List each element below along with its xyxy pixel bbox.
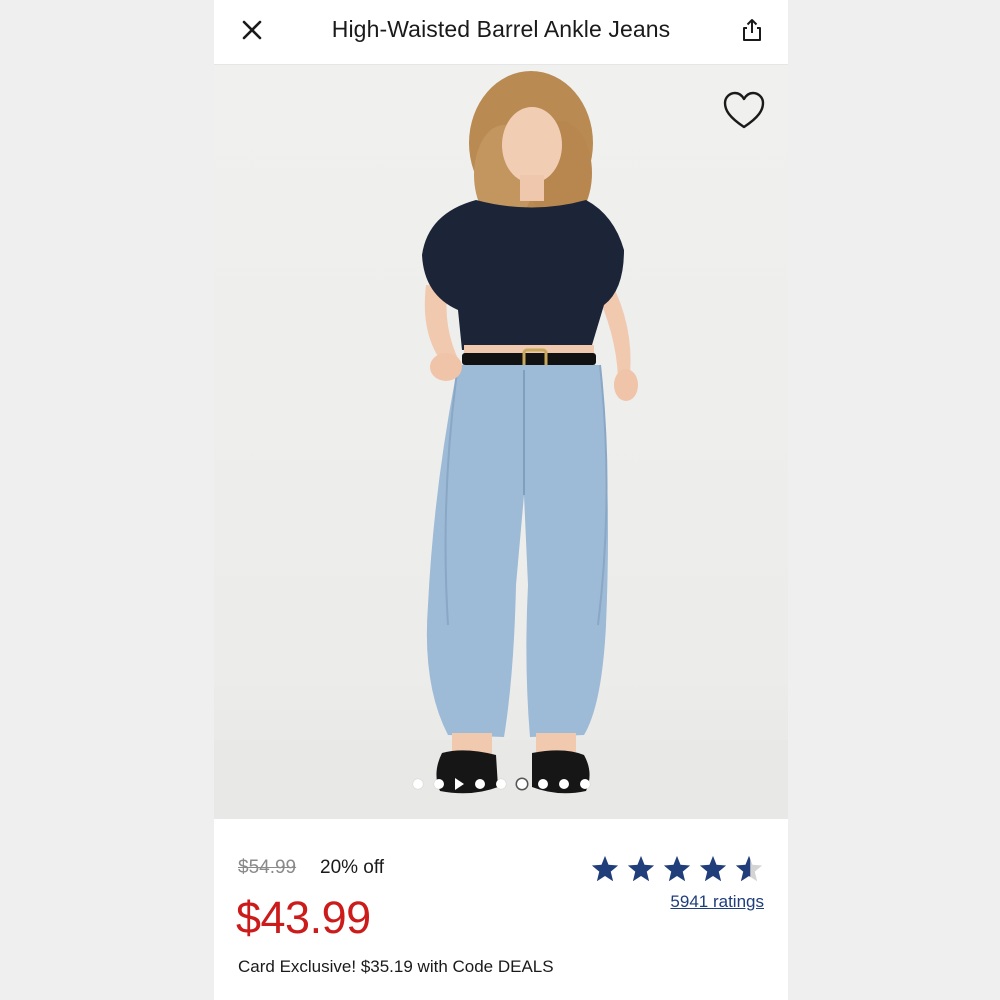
- card-offer-text: Card Exclusive! $35.19 with Code DEALS: [238, 957, 554, 976]
- carousel-dot[interactable]: [412, 779, 423, 789]
- carousel-dot-active[interactable]: [516, 779, 527, 789]
- top-bar: High-Waisted Barrel Ankle Jeans: [214, 0, 788, 65]
- product-image[interactable]: [214, 65, 788, 819]
- star-full-icon: [699, 855, 727, 882]
- favorite-button[interactable]: [722, 89, 766, 133]
- page-title: High-Waisted Barrel Ankle Jeans: [331, 16, 671, 42]
- carousel-dot[interactable]: [495, 779, 506, 789]
- share-icon: [743, 19, 761, 41]
- carousel-dot[interactable]: [537, 779, 548, 789]
- star-full-icon: [591, 855, 619, 882]
- star-full-icon: [663, 855, 691, 882]
- model-photo: [422, 71, 638, 794]
- ratings-count-link[interactable]: 5941 ratings: [670, 892, 764, 912]
- page-background-right: [788, 0, 1000, 1000]
- carousel-dot[interactable]: [579, 779, 590, 789]
- carousel-dot[interactable]: [474, 779, 485, 789]
- star-rating[interactable]: [590, 854, 764, 884]
- heart-outline-icon: [723, 91, 765, 129]
- share-button[interactable]: [736, 14, 768, 46]
- image-carousel-indicators[interactable]: [214, 778, 788, 790]
- original-price: $54.99: [238, 857, 297, 878]
- sale-price: $43.99: [236, 892, 371, 943]
- close-icon: [242, 20, 262, 40]
- product-detail-screen: High-Waisted Barrel Ankle Jeans $54.99 2…: [214, 0, 788, 1000]
- carousel-dot[interactable]: [558, 779, 569, 789]
- carousel-dot[interactable]: [433, 779, 444, 789]
- video-play-icon[interactable]: [454, 778, 464, 790]
- page-background-left: [0, 0, 214, 1000]
- discount-label: 20% off: [320, 857, 385, 878]
- close-button[interactable]: [236, 14, 268, 46]
- product-info: $54.99 20% off $43.99 Card Exclusive! $3…: [214, 820, 788, 1000]
- star-full-icon: [627, 855, 655, 882]
- star-half-icon: [735, 855, 763, 882]
